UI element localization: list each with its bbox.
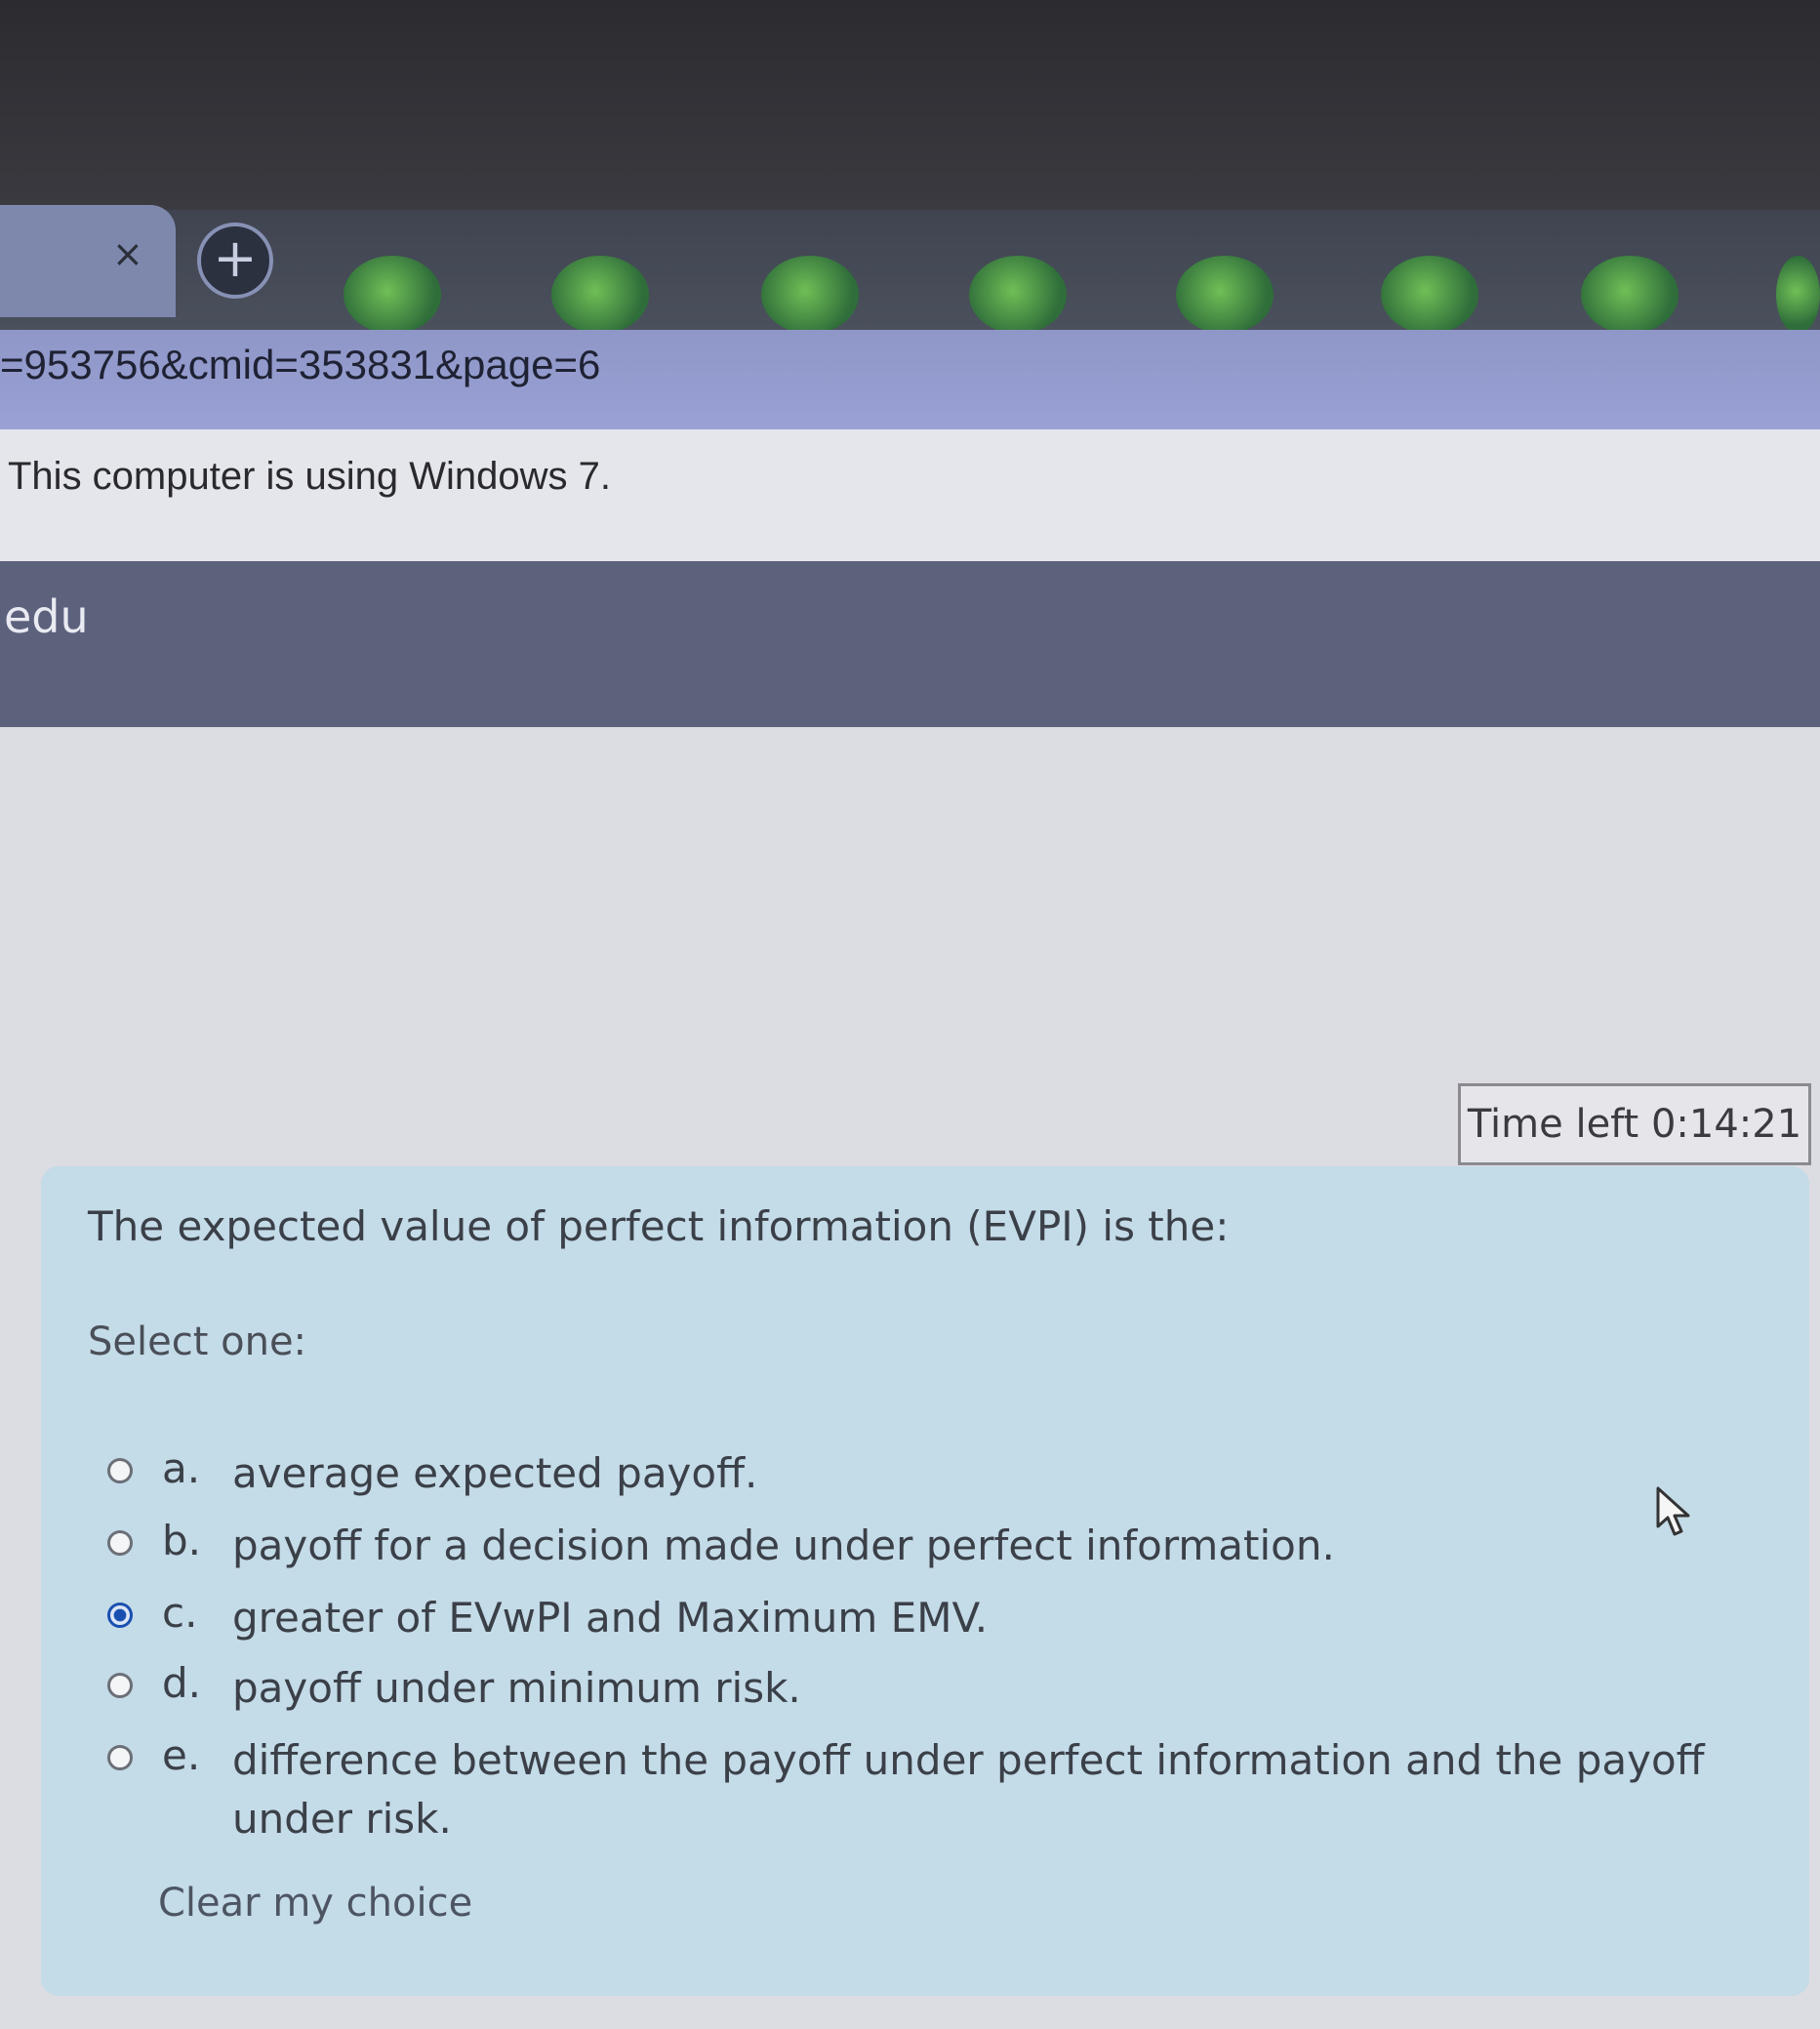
- radio-a[interactable]: [107, 1458, 133, 1483]
- browser-tabstrip: [0, 210, 1820, 332]
- option-letter: b.: [162, 1517, 202, 1564]
- tab-favicon-icon[interactable]: [969, 256, 1067, 334]
- option-letter: e.: [162, 1731, 201, 1779]
- windows-7-warning: This computer is using Windows 7.: [8, 455, 612, 498]
- quiz-timer: Time left 0:14:21: [1458, 1083, 1811, 1165]
- option-text[interactable]: greater of EVwPI and Maximum EMV.: [232, 1589, 1794, 1647]
- browser-info-bar: [0, 429, 1820, 571]
- tab-favicon-icon[interactable]: [1581, 256, 1678, 334]
- monitor-bezel: [0, 0, 1820, 210]
- tab-close-icon[interactable]: ×: [112, 232, 143, 275]
- tab-favicon-icon[interactable]: [1176, 256, 1274, 334]
- new-tab-button[interactable]: +: [197, 223, 273, 299]
- option-text[interactable]: payoff for a decision made under perfect…: [232, 1517, 1794, 1575]
- active-tab[interactable]: [0, 205, 176, 317]
- mouse-cursor-icon: [1656, 1486, 1690, 1536]
- option-letter: a.: [162, 1444, 201, 1492]
- site-logo-text[interactable]: edu: [4, 590, 89, 643]
- radio-e[interactable]: [107, 1745, 133, 1770]
- answer-option-d[interactable]: d. payoff under minimum risk.: [107, 1659, 1794, 1718]
- tab-favicon-icon[interactable]: [551, 256, 649, 334]
- option-text[interactable]: payoff under minimum risk.: [232, 1659, 1794, 1718]
- option-text[interactable]: average expected payoff.: [232, 1444, 1794, 1503]
- site-header: [0, 561, 1820, 727]
- radio-c-selected[interactable]: [107, 1603, 133, 1628]
- tab-favicon-icon[interactable]: [1776, 256, 1820, 334]
- tab-favicon-icon[interactable]: [344, 256, 441, 334]
- radio-b[interactable]: [107, 1530, 133, 1556]
- tab-favicon-icon[interactable]: [1381, 256, 1478, 334]
- answer-option-b[interactable]: b. payoff for a decision made under perf…: [107, 1517, 1794, 1575]
- answer-option-a[interactable]: a. average expected payoff.: [107, 1444, 1794, 1503]
- question-card: [41, 1166, 1809, 1996]
- option-text[interactable]: difference between the payoff under perf…: [232, 1731, 1794, 1848]
- answer-option-e[interactable]: e. difference between the payoff under p…: [107, 1731, 1794, 1848]
- address-bar-url[interactable]: =953756&cmid=353831&page=6: [0, 342, 600, 388]
- answer-option-c[interactable]: c. greater of EVwPI and Maximum EMV.: [107, 1589, 1794, 1647]
- select-one-prompt: Select one:: [88, 1319, 307, 1364]
- option-letter: d.: [162, 1659, 202, 1707]
- question-text: The expected value of perfect informatio…: [88, 1202, 1230, 1250]
- option-letter: c.: [162, 1589, 198, 1637]
- tab-favicon-icon[interactable]: [761, 256, 859, 334]
- radio-d[interactable]: [107, 1673, 133, 1698]
- clear-choice-link[interactable]: Clear my choice: [158, 1881, 472, 1926]
